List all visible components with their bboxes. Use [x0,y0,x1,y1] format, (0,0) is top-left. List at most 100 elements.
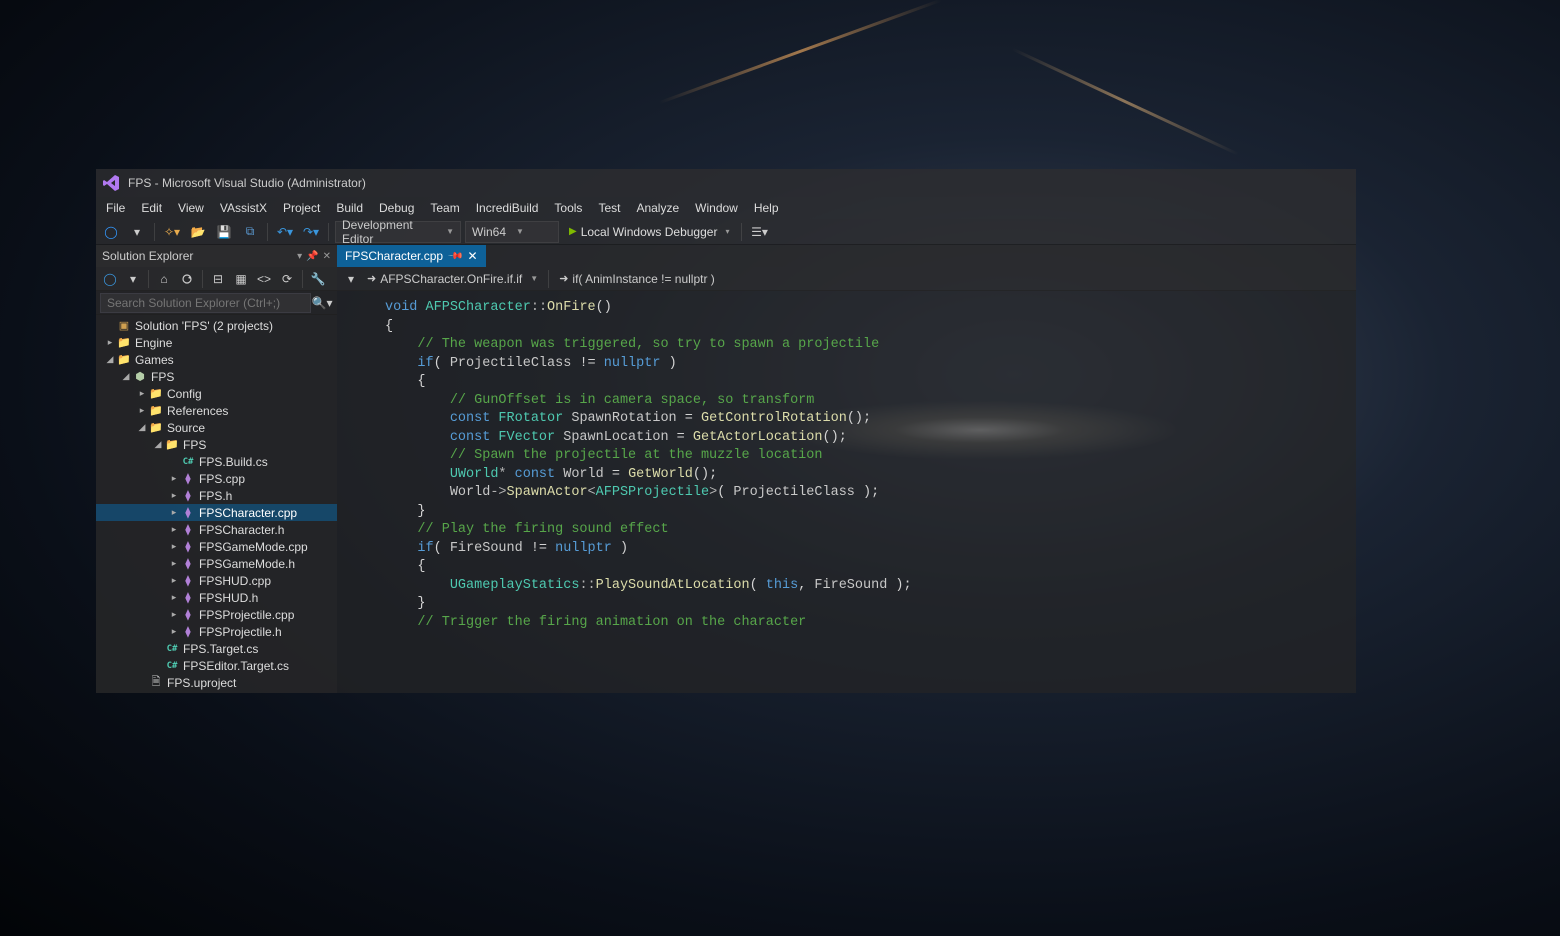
fold-icon: 📁 [148,404,164,418]
menu-team[interactable]: Team [422,199,467,217]
cs-icon: C# [164,659,180,673]
start-debugging-button[interactable]: ▶Local Windows Debugger▾ [563,225,735,239]
expand-icon[interactable]: ▸ [168,524,180,535]
menu-tools[interactable]: Tools [546,199,590,217]
tree-item-label: FPSGameMode.cpp [199,540,308,554]
menu-file[interactable]: File [98,199,133,217]
save-button[interactable]: 💾 [213,221,235,243]
tree-item[interactable]: 🗎FPS.uproject [96,674,337,691]
solution-tree[interactable]: ▣Solution 'FPS' (2 projects)▸📁Engine◢📁Ga… [96,315,337,693]
code-icon[interactable]: <> [254,269,274,289]
home-icon[interactable]: ⌂ [154,269,174,289]
expand-icon[interactable]: ▸ [104,337,116,348]
back-icon[interactable]: ◯ [100,269,120,289]
tree-item[interactable]: C#FPS.Build.cs [96,453,337,470]
tree-item[interactable]: ▸⧫FPSProjectile.h [96,623,337,640]
tree-item[interactable]: ▸⧫FPS.cpp [96,470,337,487]
open-button[interactable]: 📂 [187,221,209,243]
pin-icon[interactable]: 📌 [306,251,318,262]
tree-item[interactable]: C#FPS.Target.cs [96,640,337,657]
expand-icon[interactable]: ▸ [136,388,148,399]
tree-item[interactable]: ▸⧫FPSCharacter.h [96,521,337,538]
tree-item[interactable]: ▸⧫FPSHUD.h [96,589,337,606]
solution-platform-dropdown[interactable]: Win64▼ [465,221,559,243]
menu-incredibuild[interactable]: IncrediBuild [468,199,547,217]
tree-item[interactable]: ▸⧫FPSGameMode.h [96,555,337,572]
code-editor[interactable]: void AFPSCharacter::OnFire(){ // The wea… [337,291,1356,693]
expand-icon[interactable]: ▸ [168,575,180,586]
sync-icon[interactable] [177,269,197,289]
scope-dropdown[interactable]: ➜ AFPSCharacter.OnFire.if.if ▼ [363,272,542,286]
tree-item[interactable]: ▣Solution 'FPS' (2 projects) [96,317,337,334]
tree-item[interactable]: ▸⧫FPS.h [96,487,337,504]
tree-item[interactable]: ◢📁Source [96,419,337,436]
expand-icon[interactable]: ▸ [168,473,180,484]
menu-edit[interactable]: Edit [133,199,170,217]
editor-tab-active[interactable]: FPSCharacter.cpp 📌 ✕ [337,245,486,267]
expand-icon[interactable]: ▸ [168,490,180,501]
menu-build[interactable]: Build [328,199,371,217]
expand-icon[interactable]: ▸ [136,405,148,416]
toolbar-overflow-button[interactable]: ☰▾ [748,221,770,243]
menu-analyze[interactable]: Analyze [628,199,687,217]
properties-icon[interactable]: 🔧 [308,269,328,289]
nav-dropdown-icon[interactable]: ▾ [343,268,359,290]
show-all-icon[interactable]: ▦ [231,269,251,289]
tree-item-label: FPSProjectile.cpp [199,608,294,622]
redo-button[interactable]: ↷▾ [300,221,322,243]
menu-help[interactable]: Help [746,199,787,217]
tree-item-label: FPS.Build.cs [199,455,268,469]
panel-dropdown-icon[interactable]: ▾ [297,251,302,262]
expand-icon[interactable]: ▸ [168,592,180,603]
menu-vassistx[interactable]: VAssistX [212,199,275,217]
expand-icon[interactable]: ◢ [136,422,148,433]
tree-item[interactable]: ▸⧫FPSGameMode.cpp [96,538,337,555]
collapse-icon[interactable]: ⊟ [208,269,228,289]
tree-item[interactable]: C#FPSEditor.Target.cs [96,657,337,674]
cs-icon: C# [180,455,196,469]
close-icon[interactable]: ✕ [468,249,478,263]
expand-icon[interactable]: ▸ [168,541,180,552]
new-item-button[interactable]: ✧▾ [161,221,183,243]
tree-item[interactable]: ◢📁Games [96,351,337,368]
expand-icon[interactable]: ◢ [104,354,116,365]
expand-icon[interactable]: ◢ [120,371,132,382]
tree-item[interactable]: ◢⬢FPS [96,368,337,385]
menu-debug[interactable]: Debug [371,199,422,217]
tree-item[interactable]: ▸📁References [96,402,337,419]
solution-search-input[interactable] [100,293,311,313]
menu-view[interactable]: View [170,199,212,217]
pin-icon[interactable]: 📌 [447,248,464,265]
expand-icon[interactable]: ◢ [152,439,164,450]
fold-icon: 📁 [164,438,180,452]
save-all-button[interactable]: ⧉ [239,221,261,243]
tree-item[interactable]: ▸⧫FPSCharacter.cpp [96,504,337,521]
menu-window[interactable]: Window [687,199,746,217]
undo-button[interactable]: ↶▾ [274,221,296,243]
dropdown-icon[interactable]: ▾ [123,269,143,289]
nav-forward-button[interactable]: ▾ [126,221,148,243]
titlebar[interactable]: FPS - Microsoft Visual Studio (Administr… [96,169,1356,197]
solution-configuration-dropdown[interactable]: Development Editor▼ [335,221,461,243]
expand-icon[interactable]: ▸ [168,558,180,569]
member-dropdown[interactable]: ➜ if( AnimInstance != nullptr ) [555,272,719,286]
close-icon[interactable]: ✕ [323,251,331,262]
tree-item[interactable]: ◢📁FPS [96,436,337,453]
tree-item-label: Games [135,353,174,367]
tree-item[interactable]: ▸📁Config [96,385,337,402]
tree-item[interactable]: ▸📁Engine [96,334,337,351]
refresh-icon[interactable]: ⟳ [277,269,297,289]
tree-item[interactable]: ▸⧫FPSProjectile.cpp [96,606,337,623]
expand-icon[interactable]: ▸ [168,626,180,637]
solution-search-row: 🔍▾ [96,291,337,315]
tree-item-label: FPS.Target.cs [183,642,258,656]
menu-test[interactable]: Test [590,199,628,217]
expand-icon[interactable]: ▸ [168,507,180,518]
solution-explorer-header[interactable]: Solution Explorer ▾ 📌 ✕ [96,245,337,267]
nav-back-button[interactable]: ◯ [100,221,122,243]
expand-icon[interactable]: ▸ [168,609,180,620]
window-title: FPS - Microsoft Visual Studio (Administr… [128,176,366,190]
menu-project[interactable]: Project [275,199,328,217]
tree-item[interactable]: ▸⧫FPSHUD.cpp [96,572,337,589]
search-icon[interactable]: 🔍▾ [311,292,333,314]
